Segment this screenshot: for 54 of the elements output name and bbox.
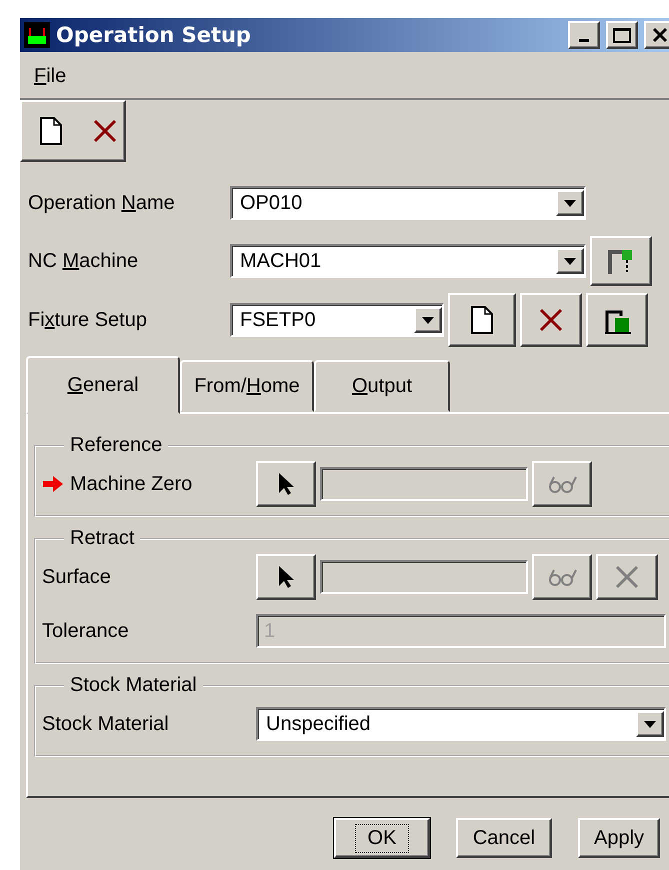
delete-x-icon [92, 118, 118, 144]
dropdown-arrow-icon [422, 316, 434, 324]
tab[interactable]: Output [314, 360, 450, 412]
field-value: OP010 [240, 192, 302, 214]
dropdown-arrow-icon [564, 258, 576, 264]
group-title: Retract [69, 527, 136, 550]
tab[interactable]: From/Home [180, 360, 314, 412]
tab[interactable]: General [26, 356, 180, 414]
delete-button[interactable] [92, 118, 118, 144]
minimize-icon [579, 38, 589, 42]
field-value: Unspecified [266, 712, 371, 736]
ok-button[interactable]: OK [334, 818, 430, 858]
machine-icon [607, 247, 635, 275]
select-button[interactable] [256, 461, 316, 507]
field-label: Surface [42, 566, 111, 588]
machine-button[interactable] [590, 236, 652, 286]
new-document-icon [40, 117, 62, 145]
maximize-icon [613, 27, 631, 43]
dropdown-field[interactable]: OP010 [230, 186, 586, 220]
window-title: Operation Setup [56, 23, 252, 47]
close-button[interactable] [644, 21, 669, 49]
select-button[interactable] [256, 554, 316, 600]
dropdown-field[interactable]: MACH01 [230, 244, 586, 278]
field-label: Fixture Setup [28, 308, 147, 330]
new-button[interactable] [40, 117, 62, 145]
minimize-button[interactable] [568, 21, 600, 49]
required-arrow-icon [42, 475, 64, 493]
clear-x-icon [614, 564, 640, 590]
field-value: FSETP0 [240, 308, 316, 332]
field-label: Stock Material [42, 712, 169, 736]
dropdown-field[interactable]: FSETP0 [230, 303, 444, 337]
menu-item[interactable]: File [34, 64, 66, 86]
close-icon [652, 27, 668, 43]
group-title: Reference [69, 434, 164, 457]
apply-button[interactable]: Apply [578, 818, 660, 858]
field-label: Tolerance [42, 620, 129, 642]
field-label: NC Machine [28, 250, 138, 272]
cancel-button[interactable]: Cancel [456, 818, 552, 858]
dropdown-field[interactable]: Unspecified [256, 707, 666, 741]
field-label: Machine Zero [70, 472, 192, 496]
pointer-icon [277, 472, 295, 496]
fixture-button[interactable] [586, 293, 648, 347]
pointer-icon [277, 565, 295, 589]
field-label: Operation Name [28, 192, 175, 214]
maximize-button[interactable] [606, 21, 638, 49]
new-document-icon [471, 306, 493, 334]
delete-x-icon [538, 307, 564, 333]
glasses-icon [547, 474, 577, 494]
group-title: Stock Material [69, 674, 198, 697]
app-icon [24, 22, 50, 48]
dropdown-arrow-icon [564, 200, 576, 206]
dropdown-arrow-icon [644, 720, 656, 728]
field-value: MACH01 [240, 250, 322, 272]
glasses-icon [547, 567, 577, 587]
